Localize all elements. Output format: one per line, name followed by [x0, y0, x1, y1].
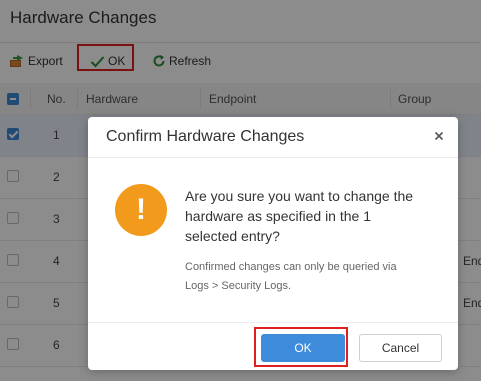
dialog-cancel-button[interactable]: Cancel — [359, 334, 442, 362]
dialog-footer-divider — [88, 322, 458, 323]
confirm-note: Confirmed changes can only be queried vi… — [185, 261, 397, 292]
dialog-title: Confirm Hardware Changes — [106, 128, 305, 145]
confirm-question: Are you sure you want to change the hard… — [185, 188, 414, 244]
close-icon — [434, 131, 444, 141]
dialog-header-divider — [88, 157, 458, 158]
warning-icon: ! — [115, 184, 167, 236]
warning-icon-glyph: ! — [136, 193, 146, 226]
close-button[interactable] — [431, 128, 447, 144]
dialog-ok-highlight — [254, 327, 348, 367]
